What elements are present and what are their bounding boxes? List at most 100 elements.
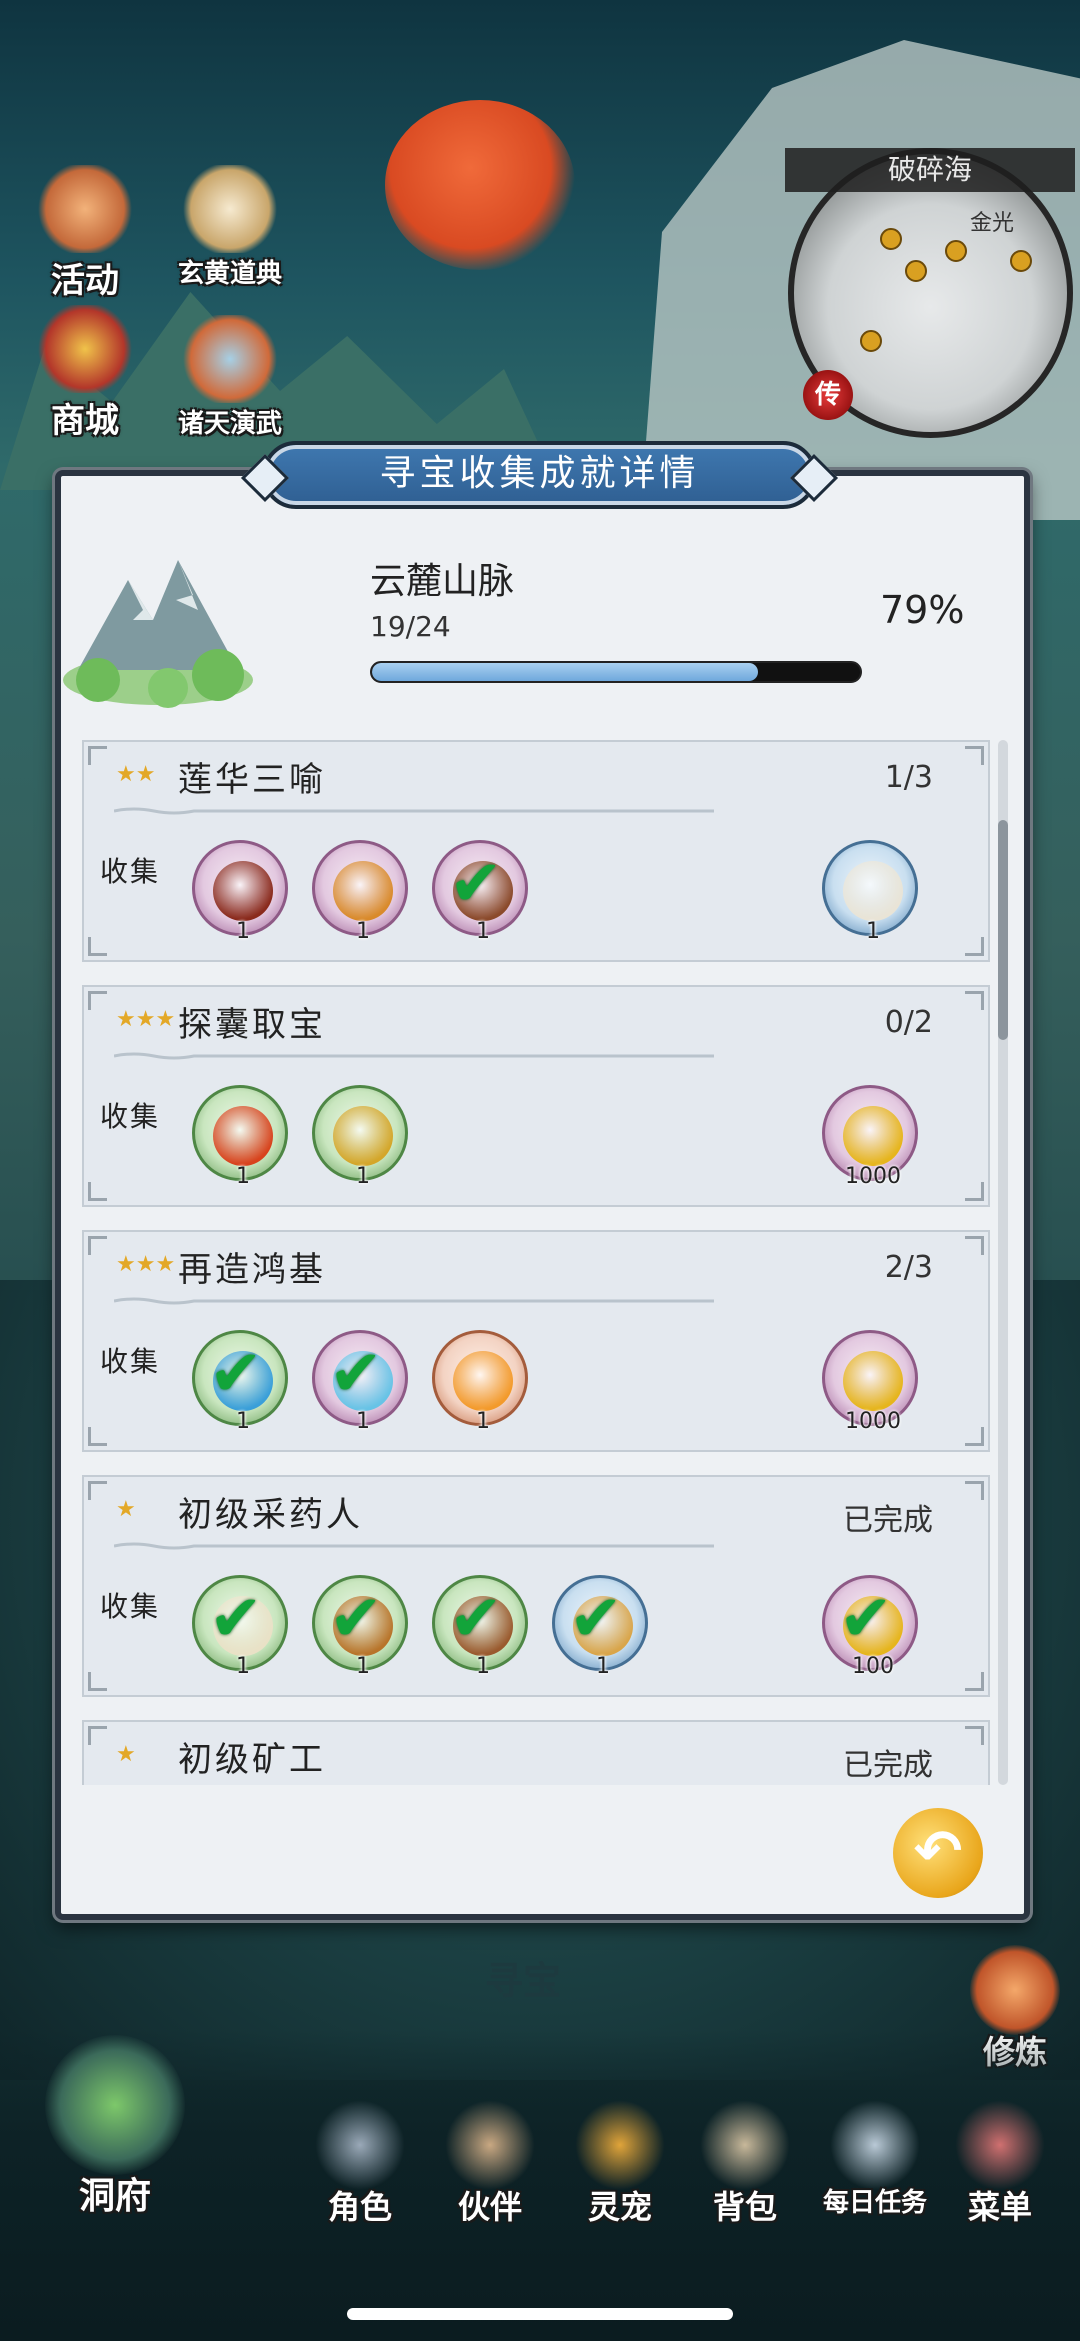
reward-item[interactable]: 1 bbox=[822, 840, 918, 944]
nav-bag-button[interactable]: 背包 bbox=[685, 2100, 805, 2228]
zone-percent: 79% bbox=[880, 588, 965, 632]
reward-item[interactable]: ✔ 100 bbox=[822, 1575, 918, 1679]
meditate-icon bbox=[970, 1945, 1060, 2035]
item-quantity: 1 bbox=[356, 919, 370, 944]
mountain-landscape-icon bbox=[63, 560, 253, 708]
coin-icon bbox=[333, 1106, 393, 1166]
character-icon bbox=[315, 2100, 405, 2190]
minimap-marker-dot bbox=[1010, 250, 1032, 272]
item-quantity: 1000 bbox=[845, 1164, 901, 1189]
panel-title-banner: 寻宝收集成就详情 bbox=[240, 441, 839, 509]
checkmark-icon: ✔ bbox=[449, 847, 503, 921]
collect-item[interactable]: ✔ 1 bbox=[432, 1575, 528, 1679]
minimap-title: 破碎海 bbox=[785, 148, 1075, 192]
home-indicator[interactable] bbox=[347, 2308, 733, 2320]
gold-gem-icon bbox=[843, 1351, 903, 1411]
achievement-card: ★ 初级采药人 已完成 收集 ✔ 1 ✔ 1 ✔ 1 ✔ 1 ✔ 100 bbox=[82, 1475, 990, 1697]
ink-divider bbox=[114, 1052, 714, 1060]
partner-icon bbox=[445, 2100, 535, 2190]
item-quantity: 1 bbox=[236, 1654, 250, 1679]
card-corner-ornament bbox=[965, 746, 984, 765]
nav-menu-button[interactable]: 菜单 bbox=[940, 2100, 1060, 2228]
cave-icon bbox=[45, 2035, 185, 2175]
xuanhuang-classic-button[interactable]: 玄黄道典 bbox=[165, 165, 295, 290]
card-corner-ornament bbox=[965, 991, 984, 1010]
nav-pet-button[interactable]: 灵宠 bbox=[560, 2100, 680, 2228]
collect-label: 收集 bbox=[100, 1100, 161, 1133]
card-corner-ornament bbox=[88, 1481, 107, 1500]
card-title: 初级矿工 bbox=[178, 1740, 326, 1780]
shop-label: 商城 bbox=[51, 401, 119, 441]
nav-cave-button[interactable]: 洞府 bbox=[40, 2035, 190, 2219]
scroll-icon bbox=[843, 861, 903, 921]
card-corner-ornament bbox=[965, 1427, 984, 1446]
scrollbar-thumb[interactable] bbox=[998, 820, 1008, 1040]
collect-item[interactable]: 1 bbox=[432, 1330, 528, 1434]
collect-item[interactable]: ✔ 1 bbox=[192, 1575, 288, 1679]
ink-divider bbox=[114, 807, 714, 815]
collect-item[interactable]: ✔ 1 bbox=[312, 1330, 408, 1434]
star-rating-icon: ★ bbox=[116, 1742, 136, 1767]
nav-character-button[interactable]: 角色 bbox=[300, 2100, 420, 2228]
collect-item[interactable]: ✔ 1 bbox=[312, 1575, 408, 1679]
menu-icon bbox=[955, 2100, 1045, 2190]
minimap-marker-dot bbox=[905, 260, 927, 282]
collect-label: 收集 bbox=[100, 1590, 161, 1623]
checkmark-icon: ✔ bbox=[329, 1582, 383, 1656]
card-corner-ornament bbox=[88, 746, 107, 765]
card-title: 莲华三喻 bbox=[178, 760, 326, 800]
item-quantity: 1 bbox=[476, 1409, 490, 1434]
panel-title: 寻宝收集成就详情 bbox=[379, 453, 700, 494]
ink-divider bbox=[114, 1542, 714, 1550]
arena-button[interactable]: 诸天演武 bbox=[165, 315, 295, 440]
collect-item[interactable]: 1 bbox=[312, 840, 408, 944]
reward-item[interactable]: 1000 bbox=[822, 1330, 918, 1434]
activity-label: 活动 bbox=[51, 261, 119, 301]
achievement-card: ★★★ 探囊取宝 0/2 收集 1 1 1000 bbox=[82, 985, 990, 1207]
item-quantity: 1 bbox=[596, 1654, 610, 1679]
red-sun bbox=[385, 100, 575, 270]
card-status: 1/3 bbox=[884, 760, 933, 795]
achievement-card: ★★ 莲华三喻 1/3 收集 1 1 ✔ 1 1 bbox=[82, 740, 990, 962]
collect-item[interactable]: 1 bbox=[312, 1085, 408, 1189]
minimap-location-label: 金光 bbox=[970, 211, 1015, 236]
checkmark-icon: ✔ bbox=[569, 1582, 623, 1656]
card-title: 初级采药人 bbox=[178, 1495, 363, 1535]
item-quantity: 1 bbox=[356, 1409, 370, 1434]
nav-daily-task-button[interactable]: 每日任务 bbox=[815, 2100, 935, 2219]
return-button[interactable]: ↶ bbox=[893, 1808, 983, 1898]
item-quantity: 1000 bbox=[845, 1409, 901, 1434]
activity-button[interactable]: 活动 bbox=[20, 165, 150, 302]
item-quantity: 1 bbox=[356, 1654, 370, 1679]
collect-item[interactable]: ✔ 1 bbox=[432, 840, 528, 944]
reward-item[interactable]: 1000 bbox=[822, 1085, 918, 1189]
collect-item[interactable]: 1 bbox=[192, 1085, 288, 1189]
card-corner-ornament bbox=[965, 1672, 984, 1691]
item-quantity: 1 bbox=[236, 1164, 250, 1189]
shop-button[interactable]: 商城 bbox=[20, 305, 150, 442]
fire-sword-icon bbox=[213, 1106, 273, 1166]
teleport-marker[interactable]: 传 bbox=[803, 370, 853, 420]
xuanhuang-classic-label: 玄黄道典 bbox=[177, 259, 282, 289]
flame-icon bbox=[453, 1351, 513, 1411]
scroll-book-icon bbox=[182, 165, 278, 253]
bag-icon bbox=[700, 2100, 790, 2190]
achievement-list[interactable]: ★★ 莲华三喻 1/3 收集 1 1 ✔ 1 1 ★★★ 探囊取宝 0/2 收集 1 1 1000 ★★★ 再造鸿… bbox=[82, 740, 990, 1785]
item-quantity: 1 bbox=[866, 919, 880, 944]
collect-item[interactable]: ✔ 1 bbox=[552, 1575, 648, 1679]
star-rating-icon: ★★ bbox=[116, 762, 156, 787]
card-corner-ornament bbox=[965, 937, 984, 956]
nav-label: 每日任务 bbox=[822, 2188, 927, 2218]
item-quantity: 100 bbox=[852, 1654, 894, 1679]
item-quantity: 1 bbox=[476, 1654, 490, 1679]
arena-icon bbox=[182, 315, 278, 403]
collect-item[interactable]: 1 bbox=[192, 840, 288, 944]
robe-icon bbox=[213, 861, 273, 921]
collect-item[interactable]: ✔ 1 bbox=[192, 1330, 288, 1434]
nav-label: 背包 bbox=[712, 2188, 777, 2226]
nav-partner-button[interactable]: 伙伴 bbox=[430, 2100, 550, 2228]
checkmark-icon: ✔ bbox=[329, 1337, 383, 1411]
list-scrollbar[interactable] bbox=[998, 740, 1008, 1785]
checkmark-icon: ✔ bbox=[449, 1582, 503, 1656]
collect-label: 收集 bbox=[100, 1345, 161, 1378]
